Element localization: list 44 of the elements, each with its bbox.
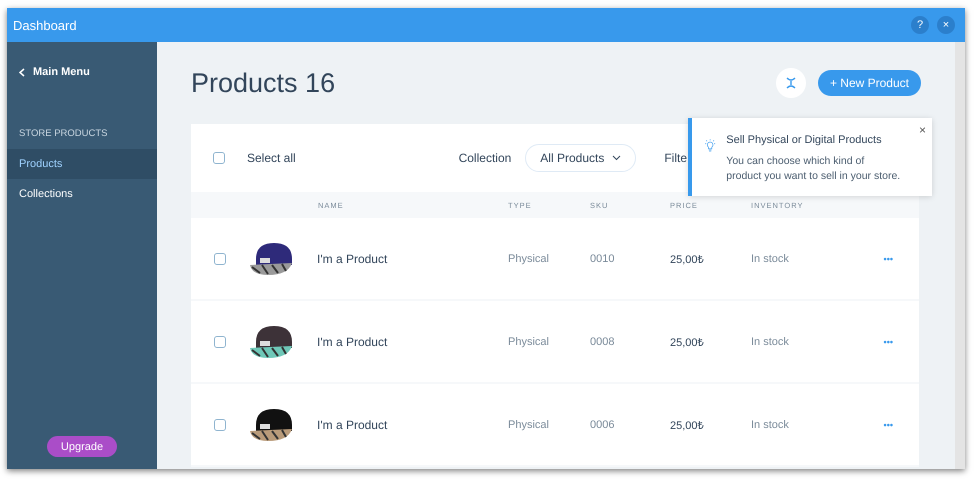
- close-button[interactable]: ×: [937, 16, 955, 34]
- product-sku: 0008: [590, 336, 616, 348]
- help-button[interactable]: ?: [911, 16, 929, 34]
- close-button[interactable]: ×: [918, 123, 926, 137]
- tooltip-text: You can choose which kind of product you want to sell in your store.: [726, 154, 902, 184]
- product-name: I'm a Product: [317, 418, 388, 432]
- sidebar-item[interactable]: Products: [7, 149, 157, 179]
- window-title: Dashboard: [13, 18, 78, 32]
- new-product-button[interactable]: + New Product: [818, 70, 921, 96]
- product-type: Physical: [508, 252, 550, 264]
- product-name: I'm a Product: [317, 252, 388, 266]
- sidebar-item[interactable]: Collections: [7, 179, 157, 209]
- product-name: I'm a Product: [317, 334, 388, 348]
- product-inventory: In stock: [751, 336, 790, 348]
- page-title: Products 16: [191, 68, 336, 98]
- product-sku: 0006: [590, 418, 616, 430]
- store-tool-button[interactable]: [776, 68, 806, 98]
- collection-label: Collection: [458, 151, 512, 165]
- product-sku: 0010: [590, 252, 616, 264]
- product-price: 25,00₺: [670, 253, 705, 266]
- checkbox[interactable]: [214, 336, 226, 348]
- collection-dropdown[interactable]: All Products: [525, 144, 636, 172]
- filter-label[interactable]: Filte: [664, 151, 687, 165]
- chevron-left-icon: [19, 68, 25, 76]
- tooltip-title: Sell Physical or Digital Products: [726, 134, 883, 146]
- product-price: 25,00₺: [670, 336, 705, 349]
- main-menu-link[interactable]: Main Menu: [7, 66, 157, 78]
- product-type: Physical: [508, 418, 550, 430]
- connector-icon: [784, 77, 797, 89]
- checkbox[interactable]: [214, 252, 226, 264]
- more-button[interactable]: •••: [884, 254, 893, 264]
- more-button[interactable]: •••: [884, 420, 893, 430]
- product-price: 25,00₺: [670, 419, 705, 432]
- more-button[interactable]: •••: [884, 336, 893, 346]
- product-inventory: In stock: [751, 418, 790, 430]
- scrollbar[interactable]: [955, 42, 965, 469]
- section-heading: STORE PRODUCTS: [19, 128, 109, 139]
- product-inventory: In stock: [751, 252, 790, 264]
- select-all-label: Select all: [247, 151, 297, 165]
- upgrade-button[interactable]: Upgrade: [46, 436, 118, 457]
- checkbox[interactable]: [214, 418, 226, 430]
- chevron-down-icon: [612, 155, 622, 161]
- product-type: Physical: [508, 336, 550, 348]
- checkbox[interactable]: [213, 152, 225, 164]
